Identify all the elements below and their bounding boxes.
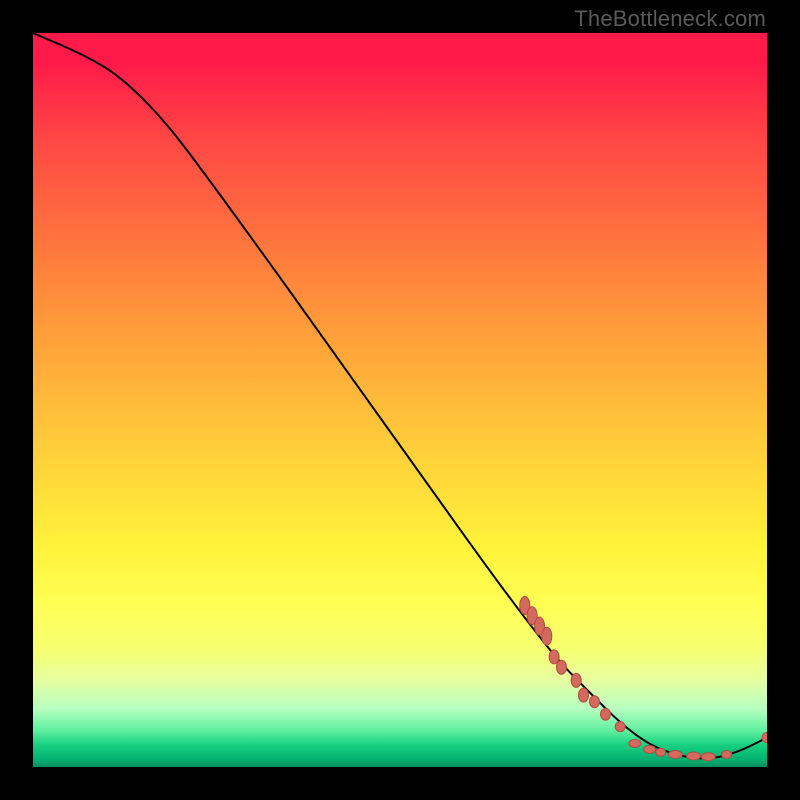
data-marker (615, 722, 625, 732)
data-marker (571, 673, 581, 687)
watermark-text: TheBottleneck.com (574, 6, 766, 32)
data-marker (590, 696, 600, 708)
data-marker (722, 751, 732, 759)
data-marker (762, 733, 767, 743)
data-marker (542, 627, 552, 645)
chart-stage: TheBottleneck.com (0, 0, 800, 800)
plot-area (33, 33, 767, 767)
marker-group (520, 597, 767, 761)
chart-svg (33, 33, 767, 767)
data-marker (644, 745, 656, 753)
data-marker (668, 751, 682, 759)
data-marker (656, 748, 666, 756)
data-marker (549, 650, 559, 664)
data-marker (579, 688, 589, 702)
data-marker (557, 660, 567, 674)
data-marker (701, 753, 715, 761)
curve-line (33, 33, 767, 758)
data-marker (629, 740, 641, 748)
data-marker (601, 708, 611, 720)
data-marker (687, 752, 701, 760)
